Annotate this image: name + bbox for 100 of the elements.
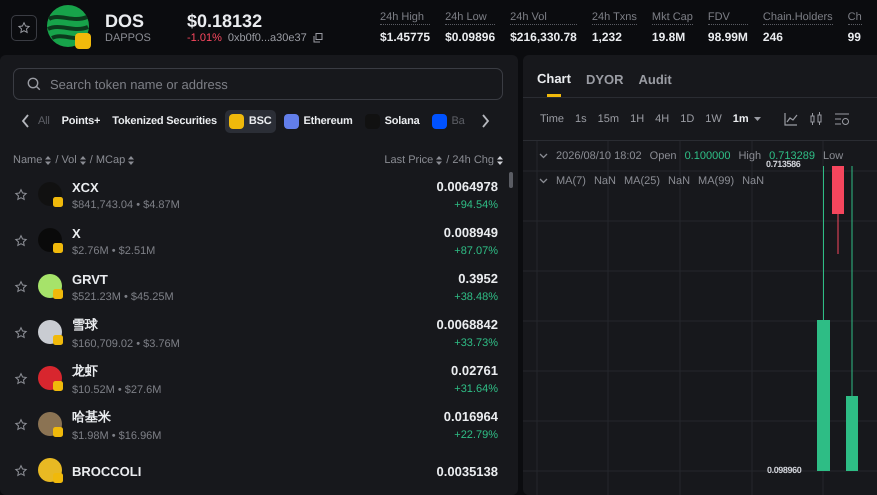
star-icon[interactable]: [14, 464, 28, 478]
ohlc-label: High: [738, 150, 762, 162]
token-name: DAPPOS: [105, 32, 152, 44]
timeframe-button[interactable]: 1H: [630, 113, 644, 125]
ma-value: NaN: [742, 175, 764, 187]
low-price-marker: 0.098960: [767, 465, 802, 475]
ohlc-value: 0.100000: [684, 150, 730, 162]
sort-icon[interactable]: [128, 156, 134, 164]
chain-tab[interactable]: Points+: [58, 111, 104, 131]
stat-value: $216,330.78: [510, 30, 577, 44]
last-price: 0.016964: [444, 409, 498, 424]
price-change: +87.07%: [454, 245, 498, 257]
copy-icon[interactable]: [312, 33, 323, 43]
timeframe-button[interactable]: 4H: [655, 113, 670, 125]
last-price: 0.0068842: [436, 317, 498, 332]
chart-tab[interactable]: Chart: [537, 70, 571, 97]
price-change: +38.48%: [454, 291, 498, 303]
sort-icon[interactable]: [80, 156, 86, 164]
stat-label: Ch: [848, 11, 862, 25]
volume-mcap: $2.76M • $2.51M: [72, 244, 156, 256]
search-icon: [27, 77, 41, 91]
stat-value: $1.45775: [380, 30, 430, 44]
timeframe-button[interactable]: 15m: [598, 113, 620, 125]
stat-label: 24h High: [380, 11, 430, 25]
timeframe-button[interactable]: Time: [540, 113, 564, 125]
volume-mcap: $841,743.04 • $4.87M: [72, 198, 181, 210]
ma-value: NaN: [668, 175, 690, 187]
token-row[interactable]: XCX $841,743.04 • $4.87M 0.0064978 +94.54%: [13, 172, 503, 218]
token-price: $0.18132: [187, 11, 264, 32]
collapse-icon[interactable]: [539, 178, 548, 184]
scroll-right-icon[interactable]: [480, 114, 490, 128]
last-price: 0.0035138: [436, 464, 498, 478]
sort-icon[interactable]: [45, 156, 52, 164]
star-icon[interactable]: [14, 372, 28, 386]
star-icon[interactable]: [14, 280, 28, 294]
token-row[interactable]: 龙虾 $10.52M • $27.6M 0.02761 +31.64%: [13, 356, 503, 402]
chain-tab[interactable]: Tokenized Securities: [108, 111, 221, 131]
ohlc-label: Open: [650, 150, 677, 162]
chain-icon: [284, 114, 298, 128]
last-price: 0.3952: [458, 271, 498, 286]
stat-label: Mkt Cap: [652, 11, 693, 25]
timeframe-button[interactable]: 1W: [705, 113, 722, 125]
stat-label: 24h Txns: [592, 11, 637, 25]
stat-value: 19.8M: [652, 30, 686, 44]
chain-tab[interactable]: Ethereum: [280, 110, 357, 132]
star-icon: [17, 20, 31, 34]
stat-value: 99: [848, 30, 862, 44]
sort-column-label[interactable]: Name: [13, 154, 42, 166]
timeframe-button[interactable]: 1m: [732, 113, 761, 125]
stat-value: 246: [762, 30, 784, 44]
token-name: XCX: [72, 180, 100, 194]
sort-column-label[interactable]: / Vol: [55, 154, 77, 166]
price-change: +22.79%: [454, 429, 498, 441]
timeframe-button[interactable]: 1D: [680, 113, 694, 125]
stat-value: $0.09896: [445, 30, 496, 44]
sort-column-label[interactable]: / MCap: [90, 154, 126, 166]
ma-label: MA(7): [556, 175, 586, 187]
last-price: 0.0064978: [436, 179, 498, 194]
volume-mcap: $10.52M • $27.6M: [72, 384, 162, 396]
timeframe-button[interactable]: 1s: [575, 113, 587, 125]
volume-mcap: $521.23M • $45.25M: [72, 290, 175, 302]
token-row[interactable]: BROCCOLI 0.0035138: [13, 448, 503, 494]
token-name: 雪球: [72, 316, 99, 334]
chain-tab[interactable]: Solana: [360, 110, 424, 132]
sort-column-label[interactable]: / 24h Chg: [446, 154, 494, 166]
star-icon[interactable]: [14, 188, 28, 202]
stat-label: 24h Low: [445, 11, 496, 25]
token-row[interactable]: GRVT $521.23M • $45.25M 0.3952 +38.48%: [13, 264, 503, 310]
sort-column-label[interactable]: Last Price: [384, 154, 434, 166]
search-field[interactable]: Search token name or address: [13, 68, 503, 100]
sort-icon[interactable]: [436, 156, 442, 164]
price-change: +31.64%: [454, 383, 498, 395]
stat-label: 24h Vol: [510, 11, 577, 25]
last-price: 0.008949: [444, 225, 498, 240]
chain-icon: [432, 114, 447, 128]
chain-tab[interactable]: BSC: [224, 110, 276, 132]
price-change: -1.01%: [187, 32, 222, 44]
chart-tab[interactable]: DYOR: [586, 70, 624, 97]
star-icon[interactable]: [14, 326, 28, 340]
indicator-settings-icon[interactable]: [834, 112, 850, 126]
token-symbol: DOS: [105, 11, 146, 32]
volume-mcap: $160,709.02 • $3.76M: [72, 338, 181, 350]
high-price-marker: 0.713586: [766, 159, 800, 169]
star-icon[interactable]: [14, 418, 28, 432]
chart-tab[interactable]: Audit: [638, 70, 672, 97]
token-row[interactable]: 哈基米 $1.98M • $16.96M 0.016964 +22.79%: [13, 402, 503, 448]
collapse-icon[interactable]: [539, 153, 548, 159]
caret-icon: [754, 116, 761, 122]
candlestick-icon[interactable]: [808, 112, 823, 126]
star-icon[interactable]: [14, 234, 28, 248]
token-row[interactable]: 雪球 $160,709.02 • $3.76M 0.0068842 +33.73%: [13, 310, 503, 356]
ohlc-value: 0.713289: [769, 150, 815, 162]
price-change: +94.54%: [454, 199, 498, 211]
chain-icon: [228, 114, 244, 128]
line-chart-icon[interactable]: [784, 112, 798, 126]
sort-icon[interactable]: [497, 156, 503, 164]
token-row[interactable]: X $2.76M • $2.51M 0.008949 +87.07%: [13, 218, 503, 264]
favorite-button[interactable]: [11, 14, 37, 40]
stat-label: Chain.Holders: [762, 11, 833, 25]
scroll-left-icon[interactable]: [21, 114, 30, 128]
